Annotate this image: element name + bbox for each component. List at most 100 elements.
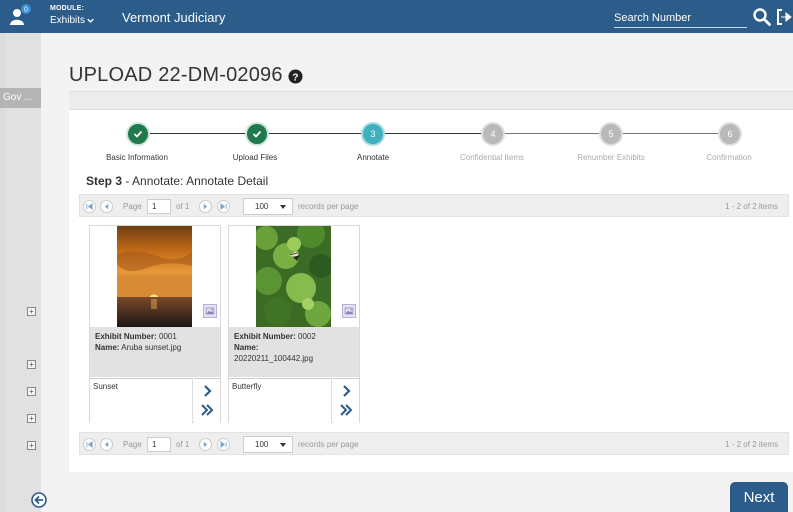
check-icon xyxy=(252,130,262,138)
exhibit-card: Exhibit Number: 0002 Name: 20220211_1004… xyxy=(228,225,360,423)
pager-bottom: Page of 1 100 records per page 1 - 2 of … xyxy=(79,432,789,455)
module-value: Exhibits xyxy=(50,15,86,26)
step-4-label: Confidential Items xyxy=(459,153,525,162)
expand-icon[interactable]: + xyxy=(27,387,36,396)
expand-icon[interactable]: + xyxy=(27,414,36,423)
chevron-down-icon xyxy=(87,18,94,23)
module-selector[interactable]: Exhibits xyxy=(50,15,94,26)
search-icon[interactable] xyxy=(752,7,772,27)
exhibit-number: 0002 xyxy=(298,332,316,341)
module-label: MODULE: xyxy=(50,5,85,12)
exhibit-name: 20220211_100442.jpg xyxy=(234,354,314,363)
sidebar-tab[interactable]: Gov ... xyxy=(0,88,41,108)
exhibit-number: 0001 xyxy=(159,332,177,341)
chevron-right-icon[interactable] xyxy=(200,384,214,398)
step-connector xyxy=(618,133,733,134)
page-number-input[interactable] xyxy=(147,199,171,214)
exhibit-name: Aruba sunset.jpg xyxy=(121,343,182,352)
per-page-label: records per page xyxy=(298,440,359,449)
svg-text:?: ? xyxy=(292,72,298,83)
exhibit-number-label: Exhibit Number: xyxy=(234,332,296,341)
pager-top: Page of 1 100 records per page 1 - 2 of … xyxy=(79,194,789,217)
page-label: Page xyxy=(123,440,142,449)
page-size-value: 100 xyxy=(255,202,269,211)
prev-page-icon[interactable] xyxy=(100,438,113,451)
step-5-label: Renumber Exhibits xyxy=(577,153,645,162)
next-page-icon[interactable] xyxy=(199,200,212,213)
check-icon xyxy=(133,130,143,138)
title-band xyxy=(69,91,793,110)
butterfly-photo xyxy=(256,226,331,327)
step-heading: Step 3 - Annotate: Annotate Detail xyxy=(86,174,268,188)
exhibit-thumbnail[interactable] xyxy=(229,226,359,327)
step-4-circle: 4 xyxy=(481,122,505,146)
step-connector xyxy=(138,133,253,134)
top-bar: 0 MODULE: Exhibits Vermont Judiciary xyxy=(0,0,793,33)
step-connector xyxy=(258,133,373,134)
page-size-select[interactable]: 100 xyxy=(243,198,293,215)
step-3-label: Annotate xyxy=(356,153,390,162)
double-chevron-right-icon[interactable] xyxy=(339,403,353,417)
per-page-label: records per page xyxy=(298,202,359,211)
help-icon[interactable]: ? xyxy=(288,69,303,84)
step-5-number: 5 xyxy=(608,129,614,139)
exhibit-actions xyxy=(333,378,359,423)
caret-down-icon xyxy=(280,443,286,447)
next-button[interactable]: Next xyxy=(730,482,788,512)
last-page-icon[interactable] xyxy=(217,200,230,213)
exhibit-note-input[interactable]: Sunset xyxy=(90,378,193,423)
step-2-label: Upload Files xyxy=(232,153,278,162)
exhibit-card: Exhibit Number: 0001 Name: Aruba sunset.… xyxy=(89,225,221,423)
app-title: Vermont Judiciary xyxy=(122,10,226,25)
first-page-icon[interactable] xyxy=(83,438,96,451)
exhibit-meta: Exhibit Number: 0002 Name: 20220211_1004… xyxy=(229,327,359,377)
page-of-label: of 1 xyxy=(176,202,190,211)
exhibit-name-label: Name: xyxy=(234,343,259,352)
exhibit-note-input[interactable]: Butterfly xyxy=(229,378,332,423)
page-title: UPLOAD 22-DM-02096 ? xyxy=(69,64,303,87)
caret-down-icon xyxy=(280,205,286,209)
double-chevron-right-icon[interactable] xyxy=(200,403,214,417)
search-input[interactable] xyxy=(614,8,747,28)
sidebar-tab-label: Gov ... xyxy=(3,92,33,103)
step-heading-text: - Annotate: Annotate Detail xyxy=(122,174,269,188)
step-2-circle[interactable] xyxy=(245,122,269,146)
last-page-icon[interactable] xyxy=(217,438,230,451)
image-icon[interactable] xyxy=(203,304,217,318)
next-page-icon[interactable] xyxy=(199,438,212,451)
items-count: 1 - 2 of 2 items xyxy=(725,440,778,449)
sunset-photo xyxy=(117,226,192,327)
step-1-circle[interactable] xyxy=(126,122,150,146)
step-5-circle: 5 xyxy=(599,122,623,146)
page-label: Page xyxy=(123,202,142,211)
page-size-value: 100 xyxy=(255,440,269,449)
step-heading-prefix: Step 3 xyxy=(86,174,123,188)
image-icon[interactable] xyxy=(342,304,356,318)
step-connector xyxy=(378,133,493,134)
page-of-label: of 1 xyxy=(176,440,190,449)
step-1-label: Basic Information xyxy=(106,153,168,162)
logout-icon[interactable] xyxy=(776,9,792,25)
expand-icon[interactable]: + xyxy=(27,360,36,369)
exhibit-actions xyxy=(194,378,220,423)
items-count: 1 - 2 of 2 items xyxy=(725,202,778,211)
expand-icon[interactable]: + xyxy=(27,441,36,450)
exhibit-name-label: Name: xyxy=(95,343,120,352)
page-size-select[interactable]: 100 xyxy=(243,436,293,453)
first-page-icon[interactable] xyxy=(83,200,96,213)
back-arrow-icon[interactable] xyxy=(31,492,47,508)
step-3-number: 3 xyxy=(370,129,376,139)
step-6-number: 6 xyxy=(727,129,733,139)
step-6-label: Confirmation xyxy=(706,153,752,162)
step-3-circle[interactable]: 3 xyxy=(361,122,385,146)
step-6-circle: 6 xyxy=(718,122,742,146)
prev-page-icon[interactable] xyxy=(100,200,113,213)
exhibit-thumbnail[interactable] xyxy=(90,226,220,327)
exhibit-number-label: Exhibit Number: xyxy=(95,332,157,341)
expand-icon[interactable]: + xyxy=(27,307,36,316)
user-icon[interactable]: 0 xyxy=(7,3,33,29)
page-number-input[interactable] xyxy=(147,437,171,452)
page-title-text: UPLOAD 22-DM-02096 xyxy=(69,64,283,86)
step-connector xyxy=(498,133,613,134)
chevron-right-icon[interactable] xyxy=(339,384,353,398)
